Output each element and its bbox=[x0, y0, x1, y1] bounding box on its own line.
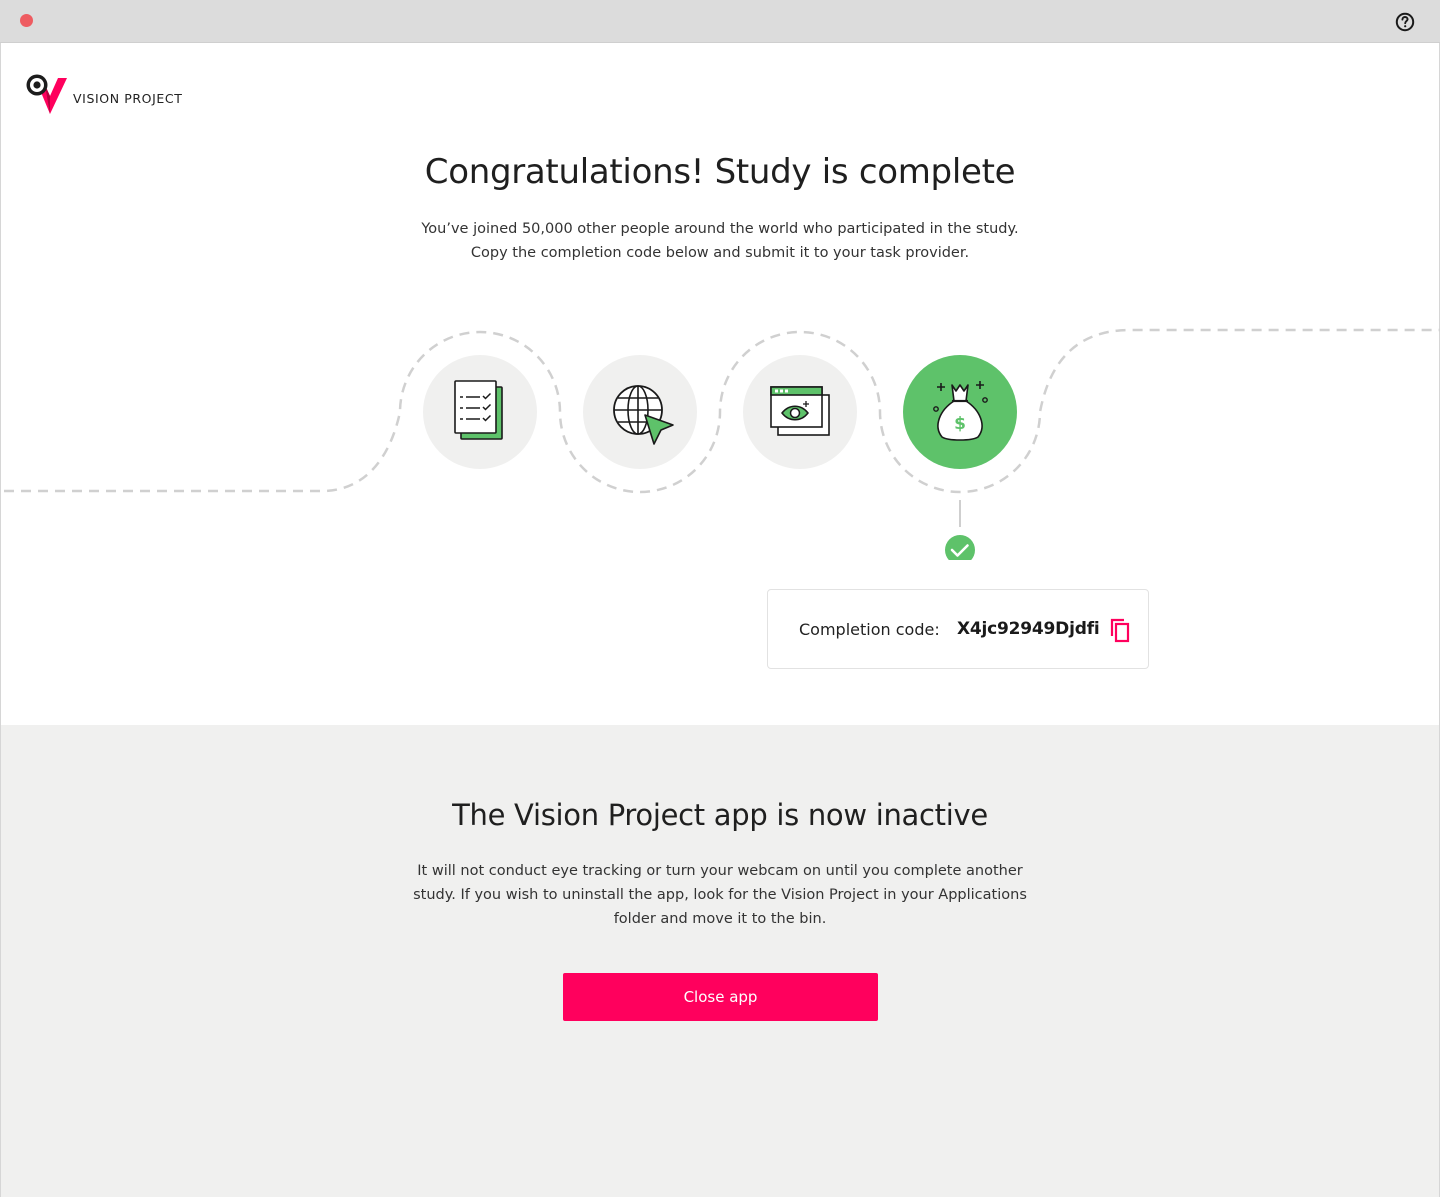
page-title: Congratulations! Study is complete bbox=[424, 152, 1016, 192]
step-eye-tracking bbox=[743, 355, 857, 469]
window-titlebar bbox=[0, 0, 1440, 43]
completion-code-label: Completion code: bbox=[799, 620, 940, 639]
inactive-description-line-2: study. If you wish to uninstall the app,… bbox=[413, 887, 1027, 903]
vision-project-logo bbox=[26, 74, 67, 114]
completion-description-line-1: You’ve joined 50,000 other people around… bbox=[421, 221, 1019, 237]
inactive-description-line-3: folder and move it to the bin. bbox=[613, 911, 827, 927]
completion-code-value[interactable]: X4jc92949Djdfi bbox=[957, 619, 1100, 639]
inactive-title: The Vision Project app is now inactive bbox=[452, 798, 988, 832]
step-reward: $ bbox=[903, 355, 1017, 469]
inactive-panel bbox=[1, 725, 1439, 1197]
step-checklist bbox=[423, 355, 537, 469]
check-circle-icon bbox=[945, 535, 975, 560]
help-circle-icon[interactable] bbox=[1393, 10, 1417, 34]
checklist-icon bbox=[454, 380, 503, 440]
step-web bbox=[583, 355, 697, 469]
brand-name: VISION PROJECT bbox=[73, 91, 183, 106]
eye-tracking-window-icon bbox=[770, 386, 830, 436]
window-close-button[interactable] bbox=[20, 14, 33, 27]
close-app-button[interactable]: Close app bbox=[563, 973, 878, 1021]
copy-icon[interactable] bbox=[1109, 617, 1131, 643]
completion-code-card: Completion code: X4jc92949Djdfi bbox=[767, 589, 1149, 669]
study-progress-steps: $ bbox=[4, 328, 1440, 560]
progress-path bbox=[4, 328, 1440, 494]
svg-text:$: $ bbox=[954, 414, 966, 434]
completion-description-line-2: Copy the completion code below and submi… bbox=[470, 245, 970, 261]
inactive-description-line-1: It will not conduct eye tracking or turn… bbox=[417, 863, 1023, 879]
